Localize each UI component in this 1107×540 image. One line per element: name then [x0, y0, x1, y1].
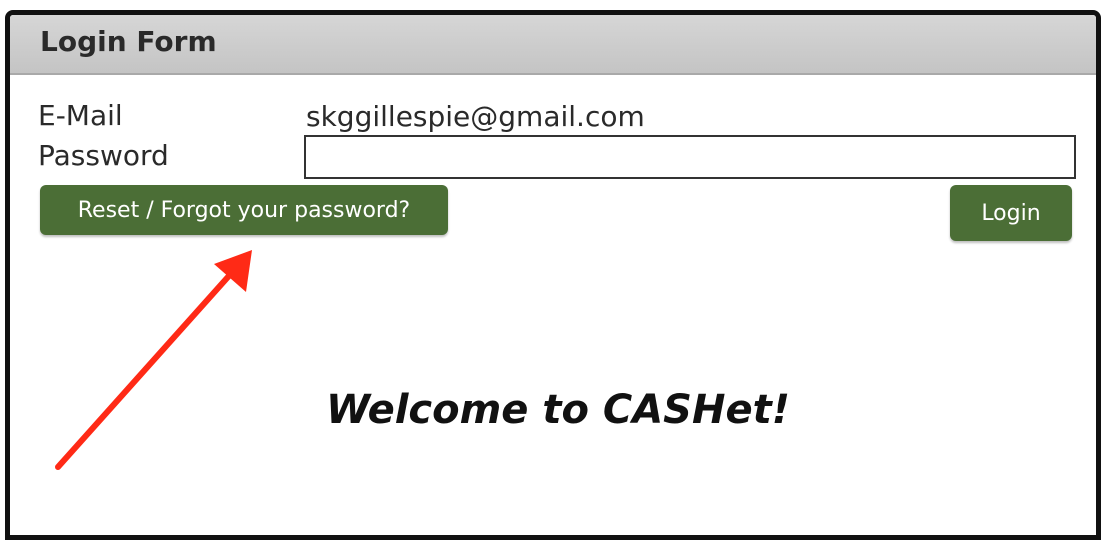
password-input[interactable]	[304, 135, 1076, 179]
welcome-message: Welcome to CASHet!	[326, 387, 790, 433]
login-form-title: Login Form	[40, 25, 217, 58]
login-form-header: Login Form	[10, 15, 1096, 75]
email-label: E-Mail	[38, 99, 123, 132]
login-form-panel: Login Form E-Mail skggillespie@gmail.com…	[5, 10, 1101, 540]
email-value: skggillespie@gmail.com	[306, 100, 645, 133]
password-label: Password	[38, 139, 169, 172]
reset-password-button[interactable]: Reset / Forgot your password?	[40, 185, 448, 235]
login-button[interactable]: Login	[950, 185, 1072, 241]
